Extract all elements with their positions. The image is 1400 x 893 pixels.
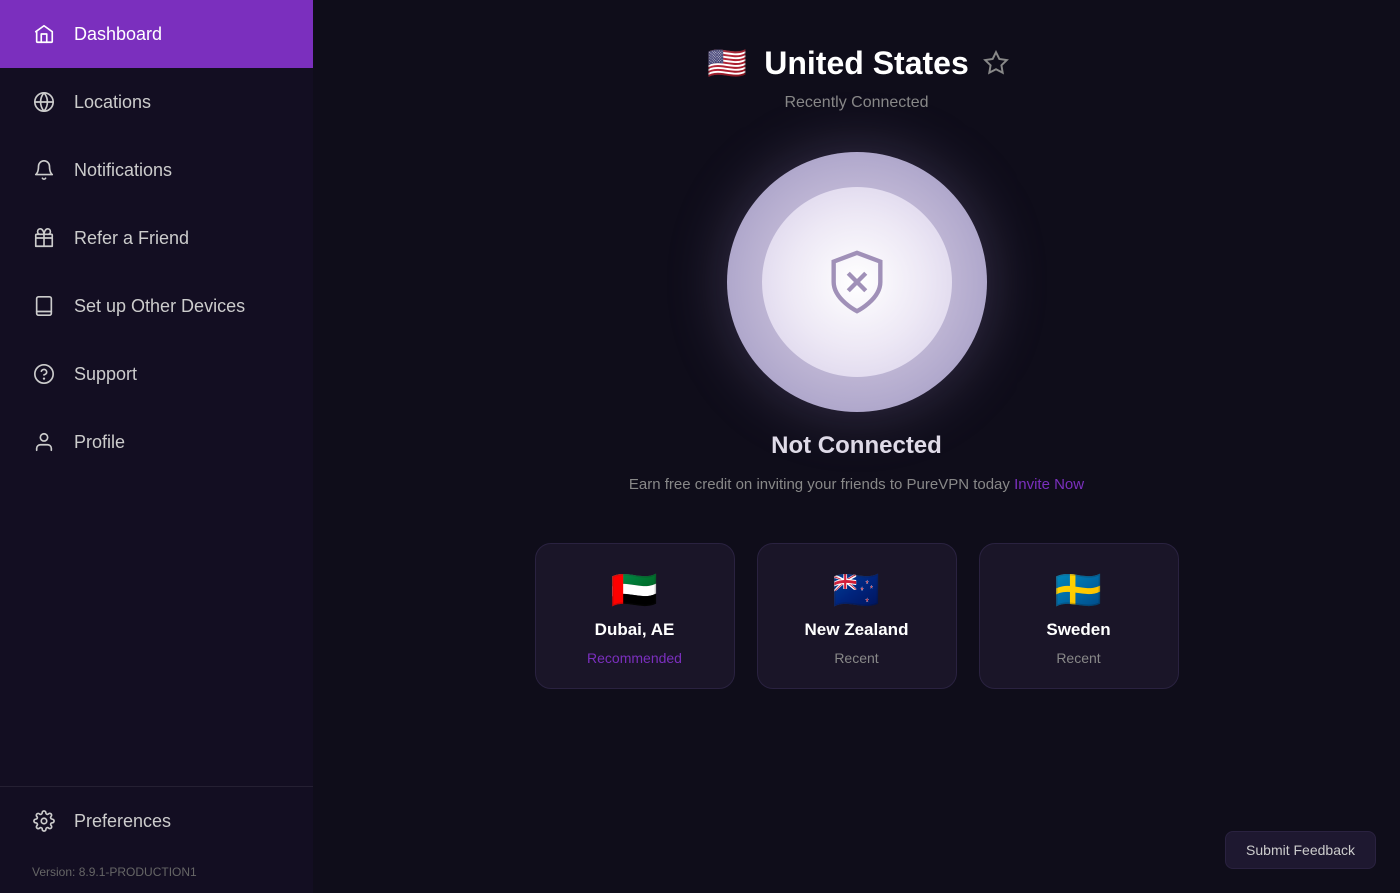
gift-icon [32,226,56,250]
shield-x-icon [822,247,892,317]
card-name-sweden: Sweden [1046,620,1110,640]
not-connected-text: Not Connected [771,432,942,460]
sidebar-item-locations[interactable]: Locations [0,68,313,136]
home-icon [32,22,56,46]
location-cards: 🇦🇪 Dubai, AE Recommended 🇳🇿 New Zealand … [535,543,1179,689]
connection-circle-inner [762,187,952,377]
user-icon [32,430,56,454]
invite-text: Earn free credit on inviting your friend… [629,476,1084,493]
location-card-dubai[interactable]: 🇦🇪 Dubai, AE Recommended [535,543,735,689]
sidebar-label-support: Support [74,364,137,385]
connection-circle-outer [727,152,987,412]
version-text: Version: 8.9.1-PRODUCTION1 [0,855,313,893]
sidebar-bottom: Preferences Version: 8.9.1-PRODUCTION1 [0,786,313,893]
sidebar-label-profile: Profile [74,432,125,453]
globe-icon [32,90,56,114]
flag-se: 🇸🇪 [1055,572,1102,610]
card-name-nz: New Zealand [805,620,909,640]
location-card-sweden[interactable]: 🇸🇪 Sweden Recent [979,543,1179,689]
sidebar-label-locations: Locations [74,92,151,113]
sidebar-label-refer: Refer a Friend [74,228,189,249]
location-card-nz[interactable]: 🇳🇿 New Zealand Recent [757,543,957,689]
sidebar-label-dashboard: Dashboard [74,24,162,45]
star-icon[interactable] [983,50,1009,76]
sidebar-label-preferences: Preferences [74,811,171,832]
invite-now-link[interactable]: Invite Now [1014,476,1084,493]
main-content: 🇺🇸 United States Recently Connected [313,0,1400,893]
recently-connected-text: Recently Connected [784,94,928,112]
card-status-dubai: Recommended [587,650,682,666]
help-circle-icon [32,362,56,386]
sidebar-label-setup: Set up Other Devices [74,296,245,317]
sidebar-item-dashboard[interactable]: Dashboard [0,0,313,68]
bell-icon [32,158,56,182]
connection-circle-wrapper[interactable] [727,152,987,412]
location-name: United States [764,45,968,82]
shield-icon-wrapper [822,247,892,317]
sidebar-item-profile[interactable]: Profile [0,408,313,476]
submit-feedback-button[interactable]: Submit Feedback [1225,831,1376,869]
sidebar-item-support[interactable]: Support [0,340,313,408]
location-header: 🇺🇸 United States Recently Connected [704,40,1008,112]
sidebar-item-preferences[interactable]: Preferences [0,787,313,855]
tablet-icon [32,294,56,318]
sidebar: Dashboard Locations Notifications Refer … [0,0,313,893]
gear-icon [32,809,56,833]
location-name-row: 🇺🇸 United States [704,40,1008,86]
flag-us: 🇺🇸 [704,40,750,86]
sidebar-item-refer[interactable]: Refer a Friend [0,204,313,272]
sidebar-item-setup[interactable]: Set up Other Devices [0,272,313,340]
card-status-sweden: Recent [1056,650,1100,666]
sidebar-label-notifications: Notifications [74,160,172,181]
card-name-dubai: Dubai, AE [595,620,675,640]
sidebar-item-notifications[interactable]: Notifications [0,136,313,204]
flag-ae: 🇦🇪 [611,572,658,610]
card-status-nz: Recent [834,650,878,666]
flag-nz: 🇳🇿 [833,572,880,610]
